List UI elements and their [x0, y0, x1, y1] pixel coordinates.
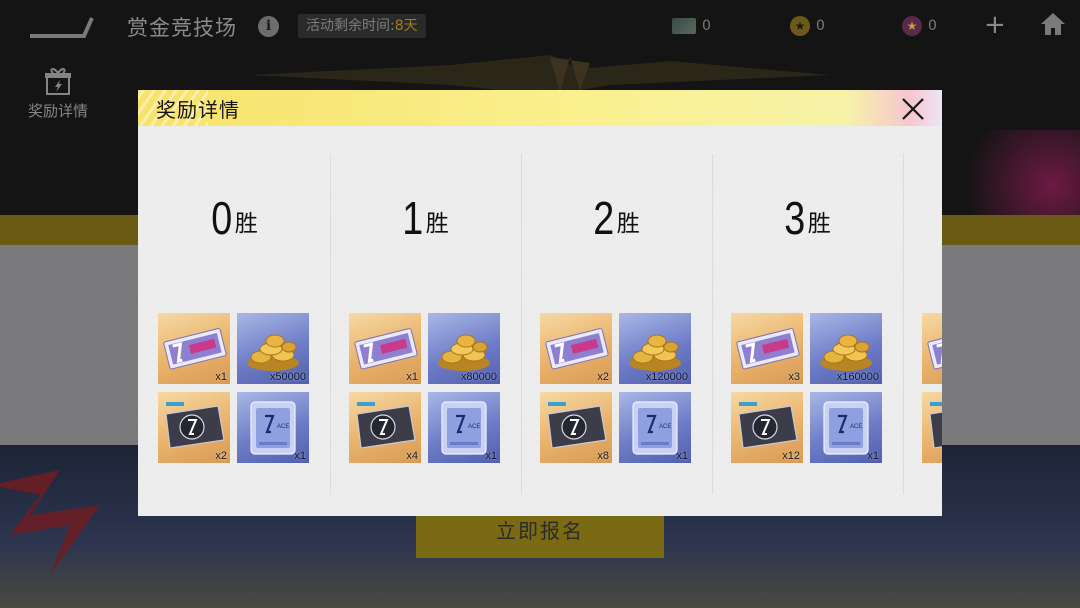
modal-title: 奖励详情 — [156, 98, 240, 122]
reward-tier-3: 3 胜 x3 x160000 x12 ACE x1 — [711, 152, 902, 497]
svg-text:ACE: ACE — [850, 424, 862, 430]
plus-icon[interactable]: + — [984, 12, 1006, 38]
reward-quantity: x50000 — [269, 371, 306, 383]
reward-item-crate[interactable]: ACE x1 — [619, 392, 691, 463]
reward-item-crate[interactable]: ACE x1 — [237, 392, 309, 463]
tier-title: 3胜 — [711, 192, 902, 244]
reward-tier-partial — [902, 152, 942, 497]
tier-win-unit: 胜 — [425, 211, 449, 237]
reward-quantity: x80000 — [460, 371, 497, 383]
back-icon[interactable] — [28, 14, 94, 40]
event-timer: 活动剩余时间:8天 — [298, 14, 426, 38]
reward-item-card[interactable]: x2 — [158, 392, 230, 463]
reward-quantity: x2 — [215, 450, 227, 462]
reward-item-ticket[interactable]: x1 — [158, 313, 230, 384]
reward-item-ticket[interactable] — [922, 313, 942, 384]
reward-item-card[interactable] — [922, 392, 942, 463]
tier-win-unit: 胜 — [616, 211, 640, 237]
reward-item-card[interactable]: x12 — [731, 392, 803, 463]
reward-quantity: x160000 — [836, 371, 879, 383]
currency-value: 0 — [702, 18, 711, 34]
modal-header: 奖励详情 — [138, 90, 942, 126]
tier-win-count: 0 — [211, 192, 233, 244]
reward-quantity: x1 — [294, 450, 306, 462]
reward-quantity: x1 — [485, 450, 497, 462]
svg-text:ACE: ACE — [659, 424, 671, 430]
reward-details-modal: 奖励详情 0 胜 x1 x50000 x2 ACE x1 1 胜 x1 x80000 x4 ACE x1 2… — [138, 90, 942, 516]
reward-tier-2: 2 胜 x2 x120000 x8 ACE x1 — [520, 152, 711, 497]
svg-text:ACE: ACE — [277, 424, 289, 430]
reward-quantity: x1 — [406, 371, 418, 383]
reward-item-card[interactable]: x8 — [540, 392, 612, 463]
tier-win-count: 3 — [784, 192, 806, 244]
currency-gem[interactable]: ★ 0 — [902, 14, 937, 38]
reward-quantity: x1 — [676, 450, 688, 462]
currency-ticket[interactable]: 0 — [672, 14, 711, 38]
gem-icon: ★ — [902, 16, 922, 36]
timer-label: 活动剩余时间: — [306, 18, 395, 34]
burst-decoration — [250, 55, 830, 95]
reward-item-ticket[interactable]: x3 — [731, 313, 803, 384]
tier-title: 2胜 — [520, 192, 711, 244]
tier-win-unit: 胜 — [234, 211, 258, 237]
reward-item-ticket[interactable]: x1 — [349, 313, 421, 384]
reward-item-coins[interactable]: x50000 — [237, 313, 309, 384]
reward-item-coins[interactable]: x160000 — [810, 313, 882, 384]
close-icon[interactable] — [900, 96, 926, 122]
reward-item-crate[interactable]: ACE x1 — [428, 392, 500, 463]
tier-win-count: 2 — [593, 192, 615, 244]
ticket-icon — [672, 18, 696, 34]
reward-item-coins[interactable]: x80000 — [428, 313, 500, 384]
card-icon — [929, 402, 942, 449]
tier-win-count: 1 — [402, 192, 424, 244]
reward-tiers: 0 胜 x1 x50000 x2 ACE x1 1 胜 x1 x80000 x4 ACE x1 2 胜 x2 x1… — [138, 152, 942, 502]
ticket-icon — [927, 328, 942, 370]
reward-item-card[interactable]: x4 — [349, 392, 421, 463]
reward-quantity: x12 — [782, 450, 800, 462]
reward-item-crate[interactable]: ACE x1 — [810, 392, 882, 463]
reward-quantity: x2 — [597, 371, 609, 383]
reward-quantity: x1 — [867, 450, 879, 462]
reward-tier-1: 1 胜 x1 x80000 x4 ACE x1 — [329, 152, 520, 497]
reward-quantity: x1 — [215, 371, 227, 383]
tier-win-unit: 胜 — [807, 211, 831, 237]
reward-quantity: x120000 — [645, 371, 688, 383]
reward-tier-0: 0 胜 x1 x50000 x2 ACE x1 — [138, 152, 329, 497]
currency-value: 0 — [928, 18, 937, 34]
timer-days: 8天 — [394, 18, 418, 34]
reward-details-button[interactable]: 奖励详情 — [22, 66, 94, 121]
currency-coin[interactable]: ★ 0 — [790, 14, 825, 38]
info-icon[interactable]: i — [258, 16, 279, 37]
svg-text:ACE: ACE — [468, 424, 480, 430]
tier-title: 0胜 — [138, 192, 329, 244]
reward-quantity: x3 — [788, 371, 800, 383]
currency-value: 0 — [816, 18, 825, 34]
tier-title: 1胜 — [329, 192, 520, 244]
top-bar: 赏金竞技场 i 活动剩余时间:8天 0 ★ 0 ★ 0 + — [0, 0, 1080, 52]
page-title: 赏金竞技场 — [127, 16, 237, 40]
gift-icon — [45, 68, 71, 95]
reward-item-ticket[interactable]: x2 — [540, 313, 612, 384]
coin-icon: ★ — [790, 16, 810, 36]
home-icon[interactable] — [1040, 11, 1066, 37]
reward-item-coins[interactable]: x120000 — [619, 313, 691, 384]
reward-quantity: x8 — [597, 450, 609, 462]
reward-quantity: x4 — [406, 450, 418, 462]
lightning-decoration — [0, 470, 100, 575]
reward-details-label: 奖励详情 — [27, 102, 88, 120]
